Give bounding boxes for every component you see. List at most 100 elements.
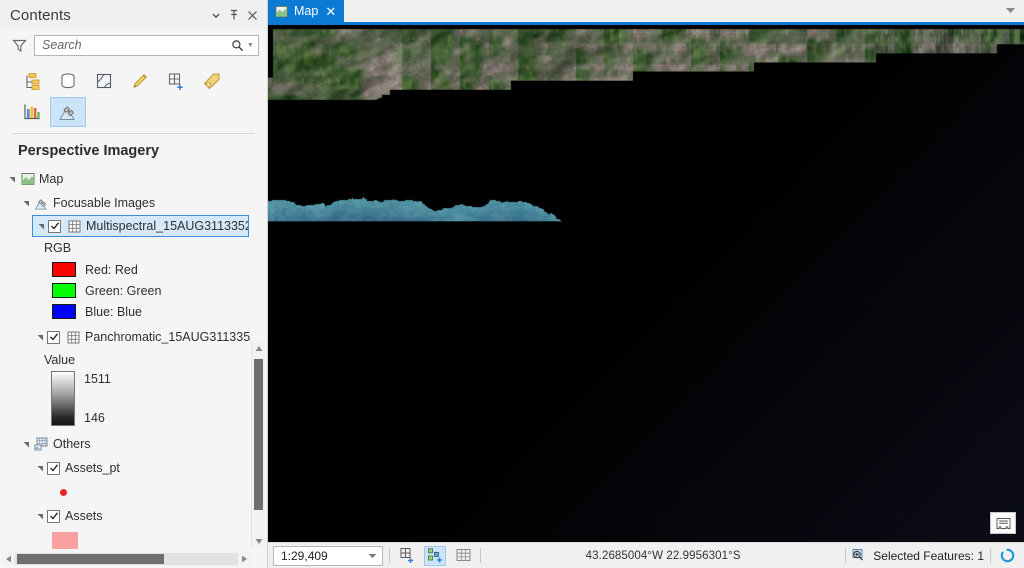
list-by-editing-button[interactable] [122, 66, 158, 96]
tree-item-assets-pt[interactable]: Assets_pt [0, 456, 251, 480]
contents-panel: Contents ▼ [0, 0, 268, 568]
refresh-spinner-icon[interactable] [997, 548, 1018, 563]
band-label: Blue: Blue [85, 304, 142, 319]
map-icon [275, 5, 288, 18]
expand-arrow-icon[interactable] [34, 464, 47, 473]
expand-arrow-icon[interactable] [6, 175, 19, 184]
search-row: ▼ [0, 30, 267, 60]
band-label: Green: Green [85, 283, 162, 298]
tree-item-map[interactable]: Map [0, 167, 251, 191]
band-label: Red: Red [85, 262, 138, 277]
search-box[interactable]: ▼ [34, 34, 259, 56]
filter-icon[interactable] [10, 36, 28, 54]
layer-visibility-checkbox[interactable] [47, 330, 60, 344]
panel-menu-button[interactable] [207, 5, 225, 25]
list-by-charts-button[interactable] [14, 97, 50, 127]
tab-overflow-chevron-down-icon[interactable] [1005, 1, 1016, 19]
assets-symbol-row [0, 528, 251, 552]
scale-combobox[interactable]: 1:29,409 [273, 545, 383, 566]
list-by-selection-button[interactable] [86, 66, 122, 96]
expand-arrow-icon[interactable] [34, 333, 47, 342]
horizontal-scroll-track[interactable] [15, 553, 238, 565]
expand-arrow-icon[interactable] [35, 222, 48, 231]
list-by-data-source-button[interactable] [50, 66, 86, 96]
search-options-caret-icon[interactable]: ▼ [245, 42, 256, 49]
satellite-imagery-canvas[interactable] [268, 25, 1024, 542]
tree-item-label: Assets_pt [65, 461, 120, 475]
vertical-scroll-thumb[interactable] [254, 359, 263, 511]
panel-pin-button[interactable] [225, 5, 243, 25]
status-bar: 1:29,409 43.2685004°W 22.9956301°S Selec… [268, 542, 1024, 568]
map-view[interactable] [268, 25, 1024, 542]
ramp-min-label: 146 [84, 411, 105, 425]
contents-vertical-scrollbar[interactable] [251, 342, 265, 548]
expand-arrow-icon[interactable] [34, 512, 47, 521]
value-color-ramp [51, 371, 75, 426]
tree-item-panchromatic[interactable]: Panchromatic_15AUG31133528-P [0, 325, 251, 349]
raster-layer-icon [66, 220, 83, 233]
scroll-right-arrow-icon[interactable] [238, 555, 251, 563]
band-color-swatch [52, 283, 76, 298]
panchromatic-renderer-label: Value [0, 349, 251, 371]
tree-item-others[interactable]: Others [0, 432, 251, 456]
tab-map[interactable]: Map ✕ [268, 0, 345, 22]
tree-item-focusable-images[interactable]: Focusable Images [0, 191, 251, 215]
layer-visibility-checkbox[interactable] [47, 461, 60, 475]
panel-title: Contents [10, 6, 71, 24]
zoom-to-selection-icon[interactable] [852, 548, 868, 563]
renderer-label: RGB [44, 241, 72, 255]
scroll-left-arrow-icon[interactable] [2, 555, 15, 563]
search-input[interactable] [42, 38, 229, 52]
layer-visibility-checkbox[interactable] [47, 509, 60, 523]
point-symbol [60, 488, 67, 496]
list-by-labeling-button[interactable] [194, 66, 230, 96]
ramp-max-label: 1511 [84, 372, 111, 386]
list-by-snapping-button[interactable] [158, 66, 194, 96]
map-legend-button[interactable] [990, 512, 1016, 534]
panel-close-button[interactable] [243, 5, 261, 25]
map-title: Perspective Imagery [18, 143, 160, 159]
band-row-red: Red: Red [0, 259, 251, 280]
tree-item-multispectral[interactable]: Multispectral_15AUG31133528-M [32, 215, 249, 237]
contents-panel-header: Contents [0, 0, 267, 30]
list-by-imagery-button[interactable] [50, 96, 86, 127]
contents-horizontal-scrollbar[interactable] [2, 552, 251, 566]
map-icon [19, 172, 36, 186]
multispectral-renderer-label: RGB [0, 237, 251, 259]
list-by-drawing-order-button[interactable] [14, 66, 50, 96]
band-row-blue: Blue: Blue [0, 301, 251, 322]
status-divider [845, 548, 847, 563]
satellite-imagery-icon [33, 196, 50, 211]
renderer-label: Value [44, 353, 76, 367]
vertical-scroll-track[interactable] [252, 355, 265, 535]
scroll-down-arrow-icon[interactable] [252, 535, 265, 548]
tab-close-icon[interactable]: ✕ [324, 5, 337, 18]
value-ramp-row: 1511 146 [0, 371, 251, 429]
contents-toolbar-row-2 [14, 96, 267, 127]
tree-item-label: Focusable Images [53, 196, 156, 210]
search-icon[interactable] [229, 39, 245, 52]
assets-pt-symbol-row [0, 480, 251, 504]
band-color-swatch [52, 262, 76, 277]
layer-visibility-checkbox[interactable] [48, 219, 61, 233]
polygon-symbol [52, 531, 78, 549]
selected-features-status[interactable]: Selected Features: 1 [852, 548, 984, 563]
selected-features-tool-button[interactable] [424, 545, 446, 566]
tree-item-assets[interactable]: Assets [0, 504, 251, 528]
layers-tree: Map Focusable Images Multispectral_15AUG… [0, 166, 251, 552]
map-area: Map ✕ 1:29,409 43.2685004°W 22.9956301°S… [268, 0, 1024, 568]
status-divider [389, 548, 390, 563]
create-fixed-scale-button[interactable] [396, 546, 418, 566]
grid-tool-button[interactable] [452, 546, 474, 566]
layers-tree-container: Map Focusable Images Multispectral_15AUG… [0, 166, 267, 568]
scale-value: 1:29,409 [281, 548, 328, 563]
horizontal-scroll-thumb[interactable] [17, 554, 165, 564]
band-row-green: Green: Green [0, 280, 251, 301]
expand-arrow-icon[interactable] [20, 199, 33, 208]
expand-arrow-icon[interactable] [20, 440, 33, 449]
contents-toolbar-row-1 [14, 65, 267, 96]
group-layer-icon [33, 437, 50, 451]
scale-chevron-down-icon[interactable] [368, 553, 380, 559]
raster-layer-icon [65, 331, 82, 344]
scroll-up-arrow-icon[interactable] [252, 342, 265, 355]
